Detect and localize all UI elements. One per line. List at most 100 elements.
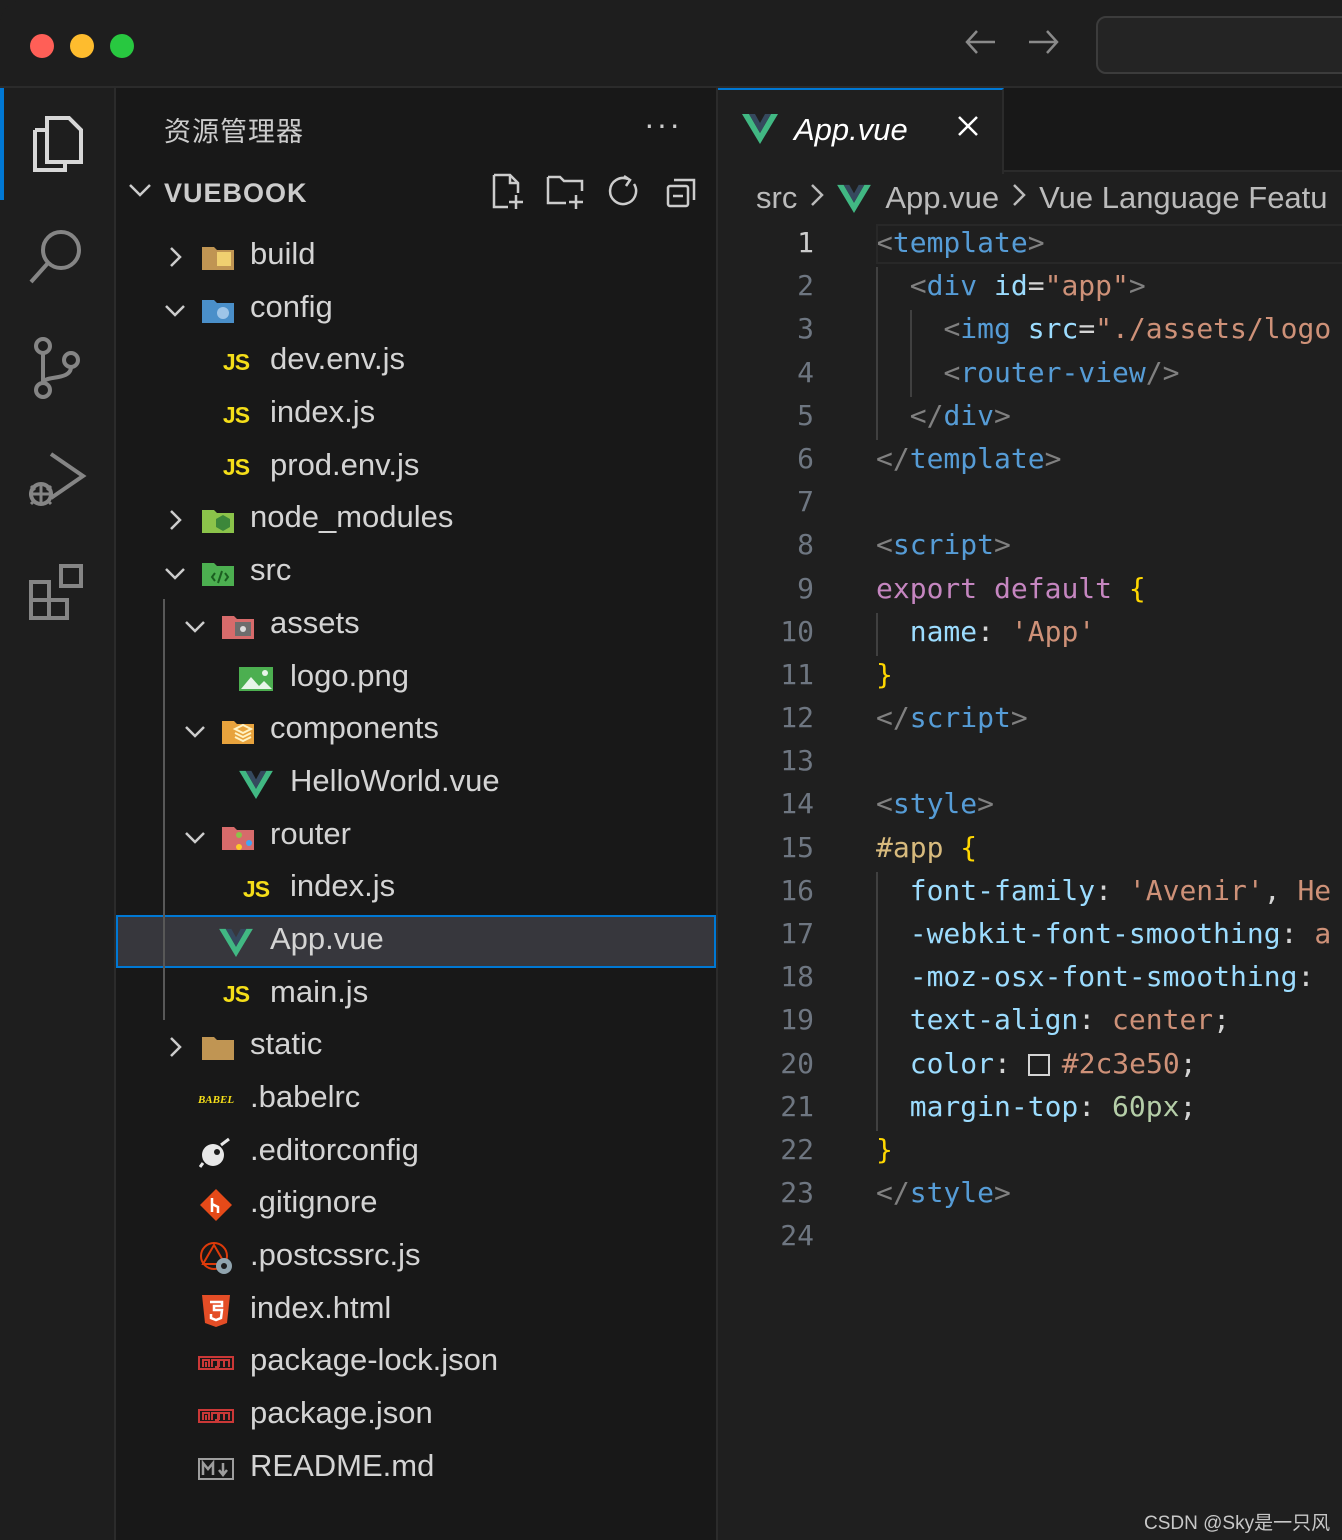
breadcrumb-item-src[interactable]: src: [756, 180, 797, 216]
file-name: node_modules: [250, 499, 454, 535]
tab-app-vue[interactable]: App.vue: [718, 88, 1004, 174]
folder-item[interactable]: assets: [116, 599, 716, 652]
chevron-right-icon[interactable]: [162, 1034, 188, 1060]
code-line[interactable]: 9 export default {: [718, 570, 1342, 613]
code-line[interactable]: 23 </style>: [718, 1174, 1342, 1217]
window-close-button[interactable]: [30, 34, 54, 58]
workspace-section-header[interactable]: VUEBOOK: [116, 168, 716, 224]
line-number: 19: [780, 1003, 814, 1037]
file-item[interactable]: App.vue: [116, 914, 716, 968]
file-name: assets: [270, 604, 360, 640]
more-actions-icon[interactable]: ···: [644, 106, 682, 143]
line-number: 17: [780, 917, 814, 950]
code-text: export default {: [876, 571, 1146, 605]
collapse-all-icon[interactable]: [662, 168, 702, 216]
code-line[interactable]: 21 margin-top: 60px;: [718, 1088, 1342, 1131]
chevron-right-icon[interactable]: [162, 244, 188, 270]
file-item[interactable]: .gitignore: [116, 1178, 716, 1231]
indent-guide: [876, 267, 878, 440]
file-name: static: [250, 1026, 323, 1062]
explorer-icon[interactable]: [0, 88, 114, 200]
folder-item[interactable]: static: [116, 1020, 716, 1073]
window-maximize-button[interactable]: [110, 34, 134, 58]
refresh-icon[interactable]: [604, 168, 644, 216]
folder-src-icon: [200, 556, 236, 590]
color-swatch[interactable]: [1027, 1053, 1050, 1076]
search-icon[interactable]: [0, 200, 114, 312]
title-bar: [0, 0, 1342, 88]
vue-file-icon: [742, 112, 778, 149]
breadcrumb-item-symbol[interactable]: Vue Language Featu: [1039, 180, 1327, 216]
file-item[interactable]: package-lock.json: [116, 1336, 716, 1389]
forward-arrow-icon[interactable]: [1020, 22, 1066, 66]
code-line[interactable]: 8 <script>: [718, 526, 1342, 569]
code-line[interactable]: 15 #app {: [718, 829, 1342, 872]
code-line[interactable]: 17 -webkit-font-smoothing: a: [718, 915, 1342, 958]
folder-item[interactable]: router: [116, 810, 716, 863]
code-line[interactable]: 16 font-family: 'Avenir', He: [718, 872, 1342, 915]
code-text: }: [876, 657, 893, 691]
command-center-search[interactable]: [1096, 16, 1342, 74]
code-editor[interactable]: 1 <template> 2 <div id="app"> 3 <img src=".…: [718, 224, 1342, 1261]
file-item[interactable]: JS main.js: [116, 968, 716, 1021]
chevron-down-icon[interactable]: [182, 613, 208, 639]
folder-item[interactable]: components: [116, 704, 716, 757]
file-name: dev.env.js: [270, 341, 405, 377]
chevron-down-icon[interactable]: [162, 560, 188, 586]
code-line[interactable]: 4 <router-view/>: [718, 354, 1342, 397]
source-control-icon[interactable]: [0, 312, 114, 424]
extensions-icon[interactable]: [0, 536, 114, 648]
file-item[interactable]: JS dev.env.js: [116, 335, 716, 388]
file-item[interactable]: logo.png: [116, 652, 716, 705]
chevron-down-icon[interactable]: [182, 718, 208, 744]
file-item[interactable]: index.html: [116, 1284, 716, 1337]
file-item[interactable]: BABEL .babelrc: [116, 1073, 716, 1126]
file-item[interactable]: package.json: [116, 1389, 716, 1442]
chevron-down-icon[interactable]: [182, 824, 208, 850]
code-line[interactable]: 3 <img src="./assets/logo: [718, 310, 1342, 353]
folder-item[interactable]: src: [116, 546, 716, 599]
chevron-down-icon[interactable]: [162, 297, 188, 323]
file-name: router: [270, 815, 351, 851]
file-item[interactable]: .editorconfig: [116, 1126, 716, 1179]
file-name: logo.png: [290, 657, 409, 693]
code-line[interactable]: 19 text-align: center;: [718, 1001, 1342, 1044]
code-line[interactable]: 24: [718, 1217, 1342, 1260]
code-text: <template>: [876, 226, 1045, 259]
folder-item[interactable]: build: [116, 230, 716, 283]
code-line[interactable]: 7: [718, 483, 1342, 526]
code-line[interactable]: 22}: [718, 1131, 1342, 1174]
folder-item[interactable]: config: [116, 283, 716, 336]
code-line[interactable]: 14 <style>: [718, 785, 1342, 828]
file-item[interactable]: README.md: [116, 1442, 716, 1495]
file-name: index.html: [250, 1289, 392, 1325]
back-arrow-icon[interactable]: [958, 22, 1004, 66]
window-minimize-button[interactable]: [70, 34, 94, 58]
line-number: 10: [780, 614, 814, 648]
run-debug-icon[interactable]: [0, 424, 114, 536]
file-item[interactable]: JS index.js: [116, 862, 716, 915]
folder-item[interactable]: node_modules: [116, 493, 716, 546]
new-folder-icon[interactable]: [546, 168, 586, 216]
new-file-icon[interactable]: [488, 168, 528, 216]
code-line[interactable]: 13: [718, 742, 1342, 785]
file-item[interactable]: .postcssrc.js: [116, 1231, 716, 1284]
code-line[interactable]: 20 color: #2c3e50;: [718, 1045, 1342, 1088]
code-line[interactable]: 12 </script>: [718, 699, 1342, 742]
code-line[interactable]: 1 <template>: [718, 224, 1342, 267]
file-item[interactable]: JS prod.env.js: [116, 441, 716, 494]
close-icon[interactable]: [954, 112, 982, 145]
code-line[interactable]: 2 <div id="app">: [718, 267, 1342, 310]
line-number: 14: [780, 787, 814, 821]
breadcrumb-item-file[interactable]: App.vue: [885, 180, 999, 216]
chevron-right-icon[interactable]: [162, 507, 188, 533]
vue-file-icon: [837, 183, 872, 213]
code-line[interactable]: 5 </div>: [718, 397, 1342, 440]
file-item[interactable]: JS index.js: [116, 388, 716, 441]
code-line[interactable]: 10 name: 'App': [718, 613, 1342, 656]
code-line[interactable]: 11}: [718, 656, 1342, 699]
code-line[interactable]: 18 -moz-osx-font-smoothing:: [718, 958, 1342, 1001]
code-line[interactable]: 6 </template>: [718, 440, 1342, 483]
line-number: 2: [797, 269, 814, 303]
file-item[interactable]: HelloWorld.vue: [116, 757, 716, 810]
